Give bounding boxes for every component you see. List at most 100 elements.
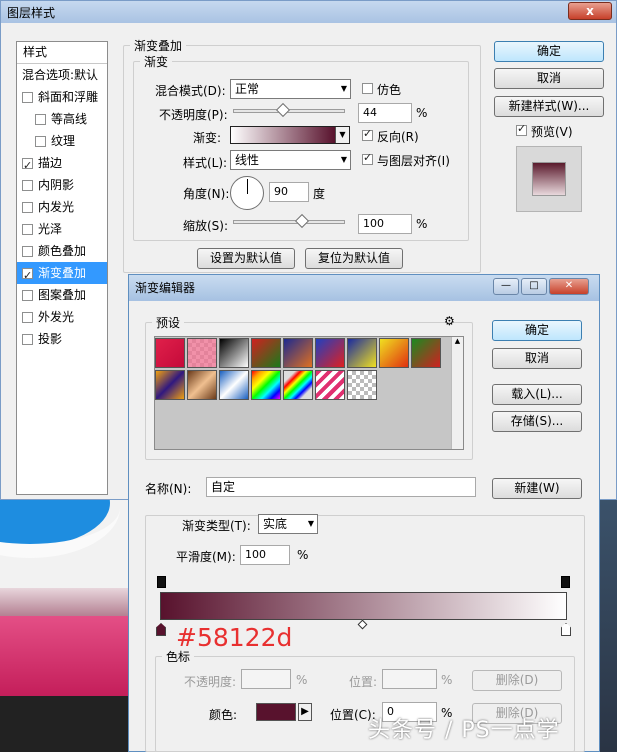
gradient-bar[interactable]: [160, 592, 567, 620]
presets-scrollbar[interactable]: ▲: [451, 337, 463, 449]
gradient-preview[interactable]: [231, 127, 335, 143]
checkbox[interactable]: [35, 135, 46, 147]
watermark: 头条号 / PS一点学: [368, 718, 560, 743]
checkbox[interactable]: [22, 223, 33, 235]
degree-label: 度: [313, 187, 326, 201]
opacity-slider[interactable]: [233, 102, 345, 118]
align-checkbox[interactable]: [362, 151, 373, 165]
style-item-drop-shadow[interactable]: 投影: [17, 328, 107, 350]
artwork-pink-band: [0, 616, 130, 696]
gear-icon[interactable]: ⚙: [444, 314, 455, 328]
opacity-stop-right[interactable]: [561, 576, 570, 588]
align-label: 与图层对齐(I): [377, 154, 450, 168]
preset-swatch[interactable]: [187, 338, 217, 368]
blend-mode-select[interactable]: 正常: [230, 79, 351, 99]
style-select[interactable]: 线性: [230, 150, 351, 170]
preview-label: 预览(V): [531, 125, 573, 139]
scale-slider[interactable]: [233, 213, 345, 229]
styles-header[interactable]: 样式: [17, 42, 107, 64]
play-icon[interactable]: ▶: [298, 703, 312, 721]
close-button[interactable]: ✕: [549, 278, 589, 295]
preset-swatch[interactable]: [347, 370, 377, 400]
name-input[interactable]: 自定: [206, 477, 476, 497]
editor-ok-button[interactable]: 确定: [492, 320, 582, 341]
blend-options-item[interactable]: 混合选项:默认: [17, 64, 107, 86]
style-item-texture[interactable]: 纹理: [17, 130, 107, 152]
save-button[interactable]: 存储(S)...: [492, 411, 582, 432]
editor-cancel-button[interactable]: 取消: [492, 348, 582, 369]
checkbox[interactable]: [22, 179, 33, 191]
reset-default-button[interactable]: 复位为默认值: [305, 248, 403, 269]
stop-opacity-input[interactable]: [241, 669, 291, 689]
style-item-stroke[interactable]: 描边: [17, 152, 107, 177]
style-item-contour[interactable]: 等高线: [17, 108, 107, 130]
checkbox[interactable]: [35, 113, 46, 125]
dither-checkbox[interactable]: [362, 83, 373, 94]
blend-mode-label: 混合模式(D):: [155, 84, 226, 98]
presets-label: 预设: [156, 316, 181, 330]
preset-swatch[interactable]: [315, 370, 345, 400]
gradient-type-select[interactable]: 实底: [258, 514, 318, 534]
checkbox-checked[interactable]: [22, 155, 33, 177]
style-item-pattern-overlay[interactable]: 图案叠加: [17, 284, 107, 306]
reverse-checkbox[interactable]: [362, 127, 373, 141]
opacity-stop-left[interactable]: [157, 576, 166, 588]
cancel-button[interactable]: 取消: [494, 68, 604, 89]
minimize-button[interactable]: —: [493, 278, 519, 295]
checkbox[interactable]: [22, 245, 33, 257]
checkbox[interactable]: [22, 91, 33, 103]
stop-color-swatch[interactable]: [256, 703, 296, 721]
preset-swatch[interactable]: [283, 338, 313, 368]
preset-swatch[interactable]: [283, 370, 313, 400]
artwork-dark-band: [0, 696, 130, 752]
style-item-gradient-overlay[interactable]: 渐变叠加: [17, 262, 107, 287]
preset-swatch[interactable]: [187, 370, 217, 400]
preset-swatch[interactable]: [251, 370, 281, 400]
stop-location-percent: %: [441, 673, 453, 687]
new-style-button[interactable]: 新建样式(W)...: [494, 96, 604, 117]
maximize-button[interactable]: □: [521, 278, 547, 295]
scale-input[interactable]: 100: [358, 214, 412, 234]
layer-style-titlebar[interactable]: 图层样式: [1, 1, 616, 23]
preset-swatch[interactable]: [411, 338, 441, 368]
chevron-down-icon[interactable]: ▼: [335, 127, 349, 143]
color-label: 颜色:: [209, 708, 238, 722]
preset-swatch[interactable]: [315, 338, 345, 368]
new-gradient-button[interactable]: 新建(W): [492, 478, 582, 499]
preset-swatch[interactable]: [155, 338, 185, 368]
preset-swatch[interactable]: [251, 338, 281, 368]
canvas-artwork: [0, 498, 130, 752]
checkbox-checked[interactable]: [22, 265, 33, 287]
style-item-outer-glow[interactable]: 外发光: [17, 306, 107, 328]
angle-dial[interactable]: [230, 176, 264, 210]
preset-swatch[interactable]: [155, 370, 185, 400]
smoothness-label: 平滑度(M):: [176, 550, 236, 564]
stop-opacity-label: 不透明度:: [184, 675, 237, 689]
checkbox[interactable]: [22, 333, 33, 345]
preset-swatch[interactable]: [379, 338, 409, 368]
checkbox[interactable]: [22, 289, 33, 301]
preset-swatch[interactable]: [347, 338, 377, 368]
preview-checkbox[interactable]: [516, 122, 527, 136]
style-item-inner-shadow[interactable]: 内阴影: [17, 174, 107, 196]
angle-input[interactable]: 90: [269, 182, 309, 202]
style-item-inner-glow[interactable]: 内发光: [17, 196, 107, 218]
set-default-button[interactable]: 设置为默认值: [197, 248, 295, 269]
smoothness-input[interactable]: 100: [240, 545, 290, 565]
stop-location-input[interactable]: [382, 669, 437, 689]
checkbox[interactable]: [22, 201, 33, 213]
style-item-bevel[interactable]: 斜面和浮雕: [17, 86, 107, 108]
opacity-input[interactable]: 44: [358, 103, 412, 123]
style-item-satin[interactable]: 光泽: [17, 218, 107, 240]
angle-label: 角度(N):: [183, 187, 230, 201]
ok-button[interactable]: 确定: [494, 41, 604, 62]
dialog-title: 图层样式: [7, 5, 56, 20]
preset-swatch[interactable]: [219, 370, 249, 400]
preset-swatch[interactable]: [219, 338, 249, 368]
checkbox[interactable]: [22, 311, 33, 323]
close-button[interactable]: x: [568, 2, 612, 20]
load-button[interactable]: 载入(L)...: [492, 384, 582, 405]
delete-opacity-stop-button[interactable]: 删除(D): [472, 670, 562, 691]
style-item-color-overlay[interactable]: 颜色叠加: [17, 240, 107, 262]
gradient-picker[interactable]: ▼: [230, 126, 350, 144]
